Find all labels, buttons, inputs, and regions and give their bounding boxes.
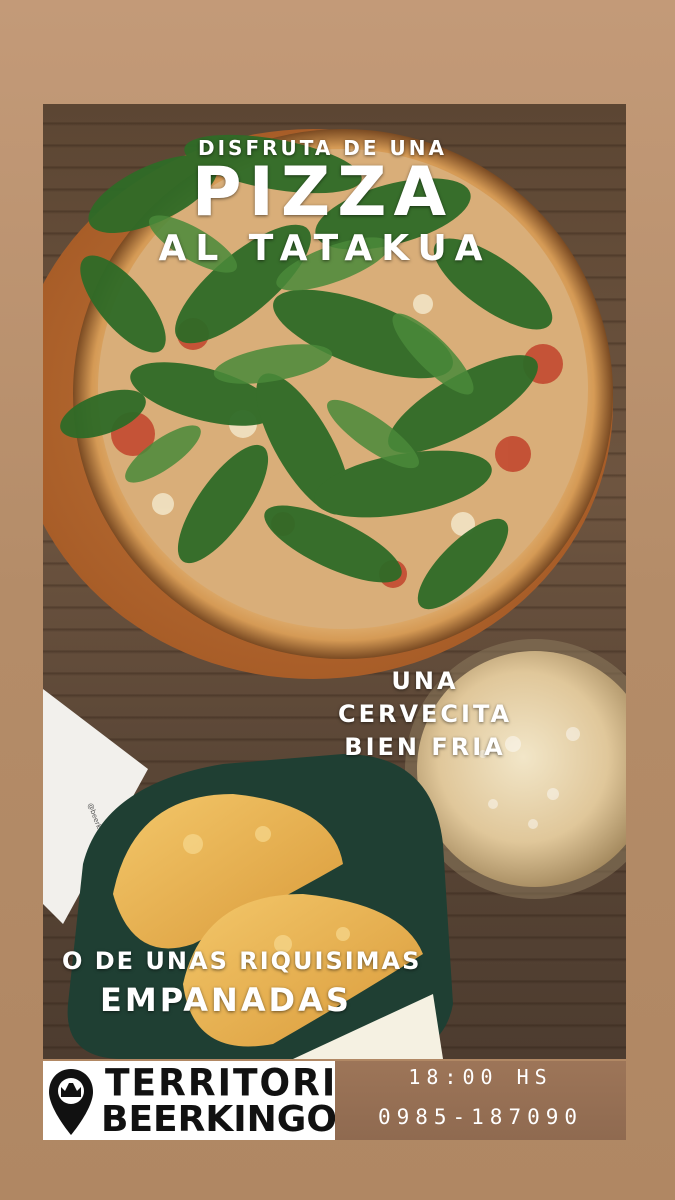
beer-line-3: BIEN FRIA: [344, 733, 506, 761]
beer-line-2: CERVECITA: [337, 700, 513, 728]
phone-number: 0985-187090: [377, 1105, 584, 1129]
headline-main: PIZZA: [191, 153, 454, 232]
brand-logo: TERRITORIO BEERKINGO'S: [43, 1061, 374, 1140]
beer-line-1: UNA: [391, 667, 459, 695]
headline-sub: AL TATAKUA: [158, 228, 492, 269]
contact-panel: 18:00 HS 0985-187090: [335, 1061, 626, 1140]
location-pin-icon: [49, 1069, 93, 1135]
brand-name-line-2: BEERKINGO'S: [101, 1099, 374, 1140]
empanadas-line-1: O DE UNAS RIQUISIMAS: [62, 947, 422, 975]
empanadas-line-2: EMPANADAS: [100, 981, 352, 1019]
opening-hours: 18:00 HS: [408, 1065, 553, 1089]
